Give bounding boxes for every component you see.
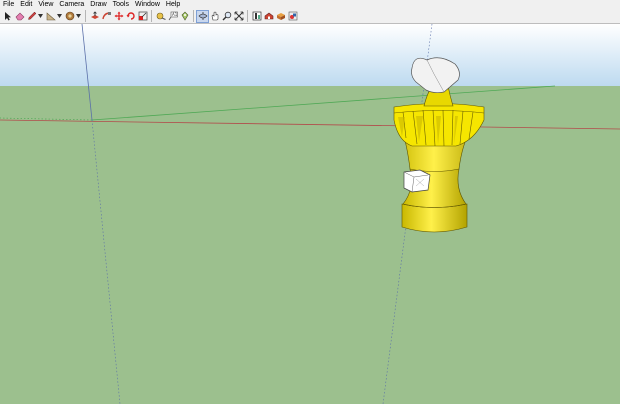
toolbar-separator bbox=[151, 10, 152, 22]
svg-text:A1: A1 bbox=[172, 12, 178, 17]
components-icon bbox=[252, 11, 261, 21]
tape-measure-icon bbox=[156, 12, 166, 20]
menu-view[interactable]: View bbox=[35, 0, 56, 9]
paint-dropdown[interactable] bbox=[76, 11, 81, 22]
toolbar-separator bbox=[247, 10, 248, 22]
zoom-extents-icon bbox=[234, 11, 243, 21]
eraser-tool-button[interactable] bbox=[14, 11, 25, 22]
move-button[interactable] bbox=[113, 11, 124, 22]
push-pull-icon bbox=[90, 11, 99, 19]
menu-edit[interactable]: Edit bbox=[17, 0, 35, 9]
chevron-down-icon bbox=[76, 14, 81, 18]
paint-bucket-icon bbox=[65, 11, 74, 21]
shapes-dropdown[interactable] bbox=[57, 11, 62, 22]
toolbar-separator bbox=[85, 10, 86, 22]
pan-button[interactable] bbox=[209, 11, 220, 22]
scale-icon bbox=[138, 11, 147, 21]
toolbar: A1 bbox=[0, 9, 620, 24]
chevron-down-icon bbox=[57, 14, 62, 18]
rotate-button[interactable] bbox=[125, 11, 136, 22]
move-icon bbox=[114, 11, 123, 21]
tape-measure-button[interactable] bbox=[155, 11, 166, 22]
text-label-button[interactable]: A1 bbox=[167, 11, 178, 22]
paint-icon bbox=[181, 11, 188, 21]
pan-icon bbox=[211, 11, 218, 21]
paint-bucket-button[interactable] bbox=[64, 11, 75, 22]
model-side-box bbox=[403, 169, 431, 193]
scene-canvas[interactable] bbox=[0, 24, 620, 404]
3d-viewport[interactable] bbox=[0, 24, 620, 404]
menu-camera[interactable]: Camera bbox=[56, 0, 87, 9]
menu-window[interactable]: Window bbox=[132, 0, 163, 9]
sky bbox=[0, 24, 620, 86]
menu-help[interactable]: Help bbox=[163, 0, 183, 9]
orbit-button[interactable] bbox=[196, 9, 209, 23]
menu-draw[interactable]: Draw bbox=[87, 0, 109, 9]
pencil-tool-button[interactable] bbox=[26, 11, 37, 22]
warehouse-button[interactable] bbox=[263, 11, 274, 22]
toolbar-separator bbox=[193, 10, 194, 22]
chevron-down-icon bbox=[38, 14, 43, 18]
pencil-icon bbox=[27, 11, 36, 20]
zoom-icon bbox=[222, 11, 231, 21]
zoom-extents-button[interactable] bbox=[233, 11, 244, 22]
extension-icon bbox=[276, 13, 285, 20]
pencil-dropdown[interactable] bbox=[38, 11, 43, 22]
orbit-icon bbox=[198, 12, 207, 20]
eraser-icon bbox=[15, 12, 24, 21]
menu-file[interactable]: File bbox=[0, 0, 17, 9]
share-icon bbox=[288, 11, 297, 21]
components-button[interactable] bbox=[251, 11, 262, 22]
paint-button[interactable] bbox=[179, 11, 190, 22]
select-tool-button[interactable] bbox=[2, 11, 13, 22]
extension-button[interactable] bbox=[275, 11, 286, 22]
zoom-button[interactable] bbox=[221, 11, 232, 22]
scale-button[interactable] bbox=[137, 11, 148, 22]
warehouse-icon bbox=[264, 12, 273, 20]
menu-tools[interactable]: Tools bbox=[110, 0, 132, 9]
ground bbox=[0, 86, 620, 404]
model-base bbox=[401, 203, 468, 233]
follow-me-icon bbox=[101, 12, 111, 20]
follow-me-button[interactable] bbox=[101, 11, 112, 22]
push-pull-button[interactable] bbox=[89, 11, 100, 22]
menu-bar: File Edit View Camera Draw Tools Window … bbox=[0, 0, 620, 9]
rotate-icon bbox=[126, 12, 135, 20]
text-label-icon: A1 bbox=[168, 11, 178, 21]
share-button[interactable] bbox=[287, 11, 298, 22]
shapes-tool-button[interactable] bbox=[45, 11, 56, 22]
shapes-icon bbox=[46, 12, 56, 21]
select-arrow-icon bbox=[4, 12, 11, 21]
